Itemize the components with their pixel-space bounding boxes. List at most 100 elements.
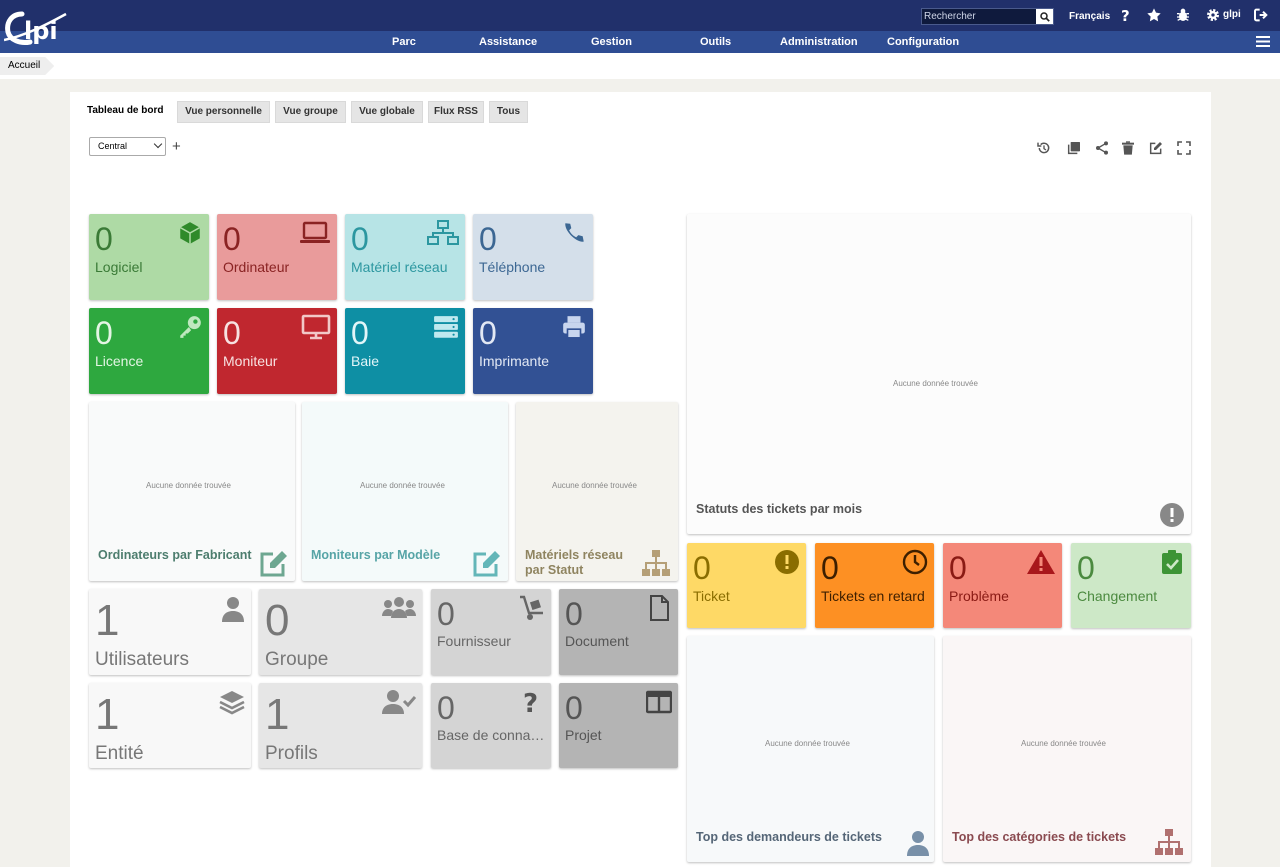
card-value: 0 xyxy=(223,221,241,257)
card-problem[interactable]: 0 Problème xyxy=(943,543,1062,628)
card-profiles[interactable]: 1 Profils xyxy=(259,683,422,768)
columns-icon xyxy=(646,690,672,714)
card-document[interactable]: 0 Document xyxy=(559,589,678,675)
edit-icon[interactable] xyxy=(1148,140,1164,156)
sitemap-icon xyxy=(642,550,670,576)
card-supplier[interactable]: 0 Fournisseur xyxy=(431,589,551,675)
history-icon[interactable] xyxy=(1036,140,1052,156)
language-selector[interactable]: Français xyxy=(1069,11,1110,22)
card-monitor[interactable]: 0 Moniteur xyxy=(217,308,337,394)
card-value: 0 xyxy=(693,550,711,586)
question-icon: ? xyxy=(523,689,538,715)
menu-parc[interactable]: Parc xyxy=(392,36,416,48)
glpi-logo[interactable]: lpi xyxy=(4,6,74,50)
card-value: 0 xyxy=(95,315,113,351)
card-group[interactable]: 0 Groupe xyxy=(259,589,422,675)
add-dashboard-button[interactable]: + xyxy=(172,138,181,155)
user-icon xyxy=(907,831,929,856)
card-change[interactable]: 0 Changement xyxy=(1071,543,1191,628)
menu-configuration[interactable]: Configuration xyxy=(887,36,959,48)
star-icon[interactable] xyxy=(1145,6,1163,24)
card-ticket[interactable]: 0 Ticket xyxy=(687,543,806,628)
no-data-text: Aucune donnée trouvée xyxy=(146,481,231,490)
help-icon[interactable]: ? xyxy=(1117,6,1135,24)
card-computer[interactable]: 0 Ordinateur xyxy=(217,214,337,300)
card-label: Tickets en retard xyxy=(821,588,925,604)
card-network-device[interactable]: 0 Matériel réseau xyxy=(345,214,465,300)
search-input[interactable] xyxy=(922,9,1036,24)
sitemap-icon xyxy=(1155,829,1183,855)
panel-computers-by-manufacturer[interactable]: Aucune donnée trouvée Ordinateurs par Fa… xyxy=(89,402,295,581)
panel-title: Statuts des tickets par mois xyxy=(696,502,863,516)
tab-all[interactable]: Tous xyxy=(489,101,528,123)
card-rack[interactable]: 0 Baie xyxy=(345,308,465,394)
panel-ticket-status-by-month[interactable]: Aucune donnée trouvée Statuts des ticket… xyxy=(687,214,1191,534)
card-software[interactable]: 0 Logiciel xyxy=(89,214,209,300)
search-icon xyxy=(1039,11,1050,22)
tab-personal-view[interactable]: Vue personnelle xyxy=(177,101,270,123)
card-label: Matériel réseau xyxy=(351,259,448,275)
key-icon xyxy=(180,316,201,338)
cube-icon xyxy=(179,222,201,244)
card-label: Document xyxy=(565,633,629,649)
layers-icon xyxy=(219,691,245,715)
card-value: 0 xyxy=(437,690,455,726)
clock-icon xyxy=(902,549,928,575)
panel-top-ticket-requesters[interactable]: Aucune donnée trouvée Top des demandeurs… xyxy=(687,636,934,862)
svg-text:?: ? xyxy=(1121,7,1130,23)
no-data-text: Aucune donnée trouvée xyxy=(893,379,978,388)
tab-group-view[interactable]: Vue groupe xyxy=(275,101,346,123)
menu-outils[interactable]: Outils xyxy=(700,36,731,48)
svg-text:lpi: lpi xyxy=(24,17,58,45)
card-value: 1 xyxy=(95,690,120,739)
menu-assistance[interactable]: Assistance xyxy=(479,36,537,48)
breadcrumb-bar xyxy=(0,53,1280,79)
menu-gestion[interactable]: Gestion xyxy=(591,36,632,48)
users-group-icon xyxy=(382,597,416,618)
card-entity[interactable]: 1 Entité xyxy=(89,683,251,768)
exclamation-circle-icon xyxy=(1160,503,1184,527)
breadcrumb-home[interactable]: Accueil xyxy=(0,57,54,75)
panel-top-ticket-categories[interactable]: Aucune donnée trouvée Top des catégories… xyxy=(943,636,1191,862)
logout-icon[interactable] xyxy=(1252,6,1270,24)
printer-icon xyxy=(563,316,585,339)
panel-monitors-by-model[interactable]: Aucune donnée trouvée Moniteurs par Modè… xyxy=(302,402,508,581)
card-label: Changement xyxy=(1077,588,1158,604)
panel-network-devices-by-status[interactable]: Aucune donnée trouvée Matériels réseau p… xyxy=(516,402,678,581)
clone-icon[interactable] xyxy=(1066,140,1082,156)
tab-global-view[interactable]: Vue globale xyxy=(351,101,423,123)
card-phone[interactable]: 0 Téléphone xyxy=(473,214,593,300)
trash-icon[interactable] xyxy=(1120,140,1136,156)
card-late-tickets[interactable]: 0 Tickets en retard xyxy=(815,543,934,628)
card-label: Utilisateurs xyxy=(95,649,189,670)
bug-icon[interactable] xyxy=(1174,6,1192,24)
panel-title: Moniteurs par Modèle xyxy=(311,548,441,562)
share-icon[interactable] xyxy=(1094,140,1110,156)
card-license[interactable]: 0 Licence xyxy=(89,308,209,394)
card-printer[interactable]: 0 Imprimante xyxy=(473,308,593,394)
user-name[interactable]: glpi xyxy=(1223,9,1241,20)
dashboard-select[interactable]: Central xyxy=(89,137,166,156)
edit-icon xyxy=(260,551,287,577)
card-knowledge-base[interactable]: 0 Base de conna… ? xyxy=(431,683,551,768)
no-data-text: Aucune donnée trouvée xyxy=(1021,739,1106,748)
card-value: 0 xyxy=(351,221,369,257)
tab-dashboard[interactable]: Tableau de bord xyxy=(87,105,164,116)
card-value: 0 xyxy=(351,315,369,351)
card-label: Groupe xyxy=(265,649,329,670)
card-value: 0 xyxy=(821,550,839,586)
settings-gear-icon[interactable] xyxy=(1204,6,1222,24)
warning-triangle-icon xyxy=(1027,550,1055,574)
fullscreen-icon[interactable] xyxy=(1176,140,1192,156)
card-value: 0 xyxy=(565,690,583,726)
menu-administration[interactable]: Administration xyxy=(780,36,858,48)
panel-title: Top des demandeurs de tickets xyxy=(696,830,882,844)
hamburger-menu-icon[interactable] xyxy=(1256,35,1270,48)
card-project[interactable]: 0 Projet xyxy=(559,683,678,768)
card-users[interactable]: 1 Utilisateurs xyxy=(89,589,251,675)
card-value: 0 xyxy=(565,596,583,632)
search-button[interactable] xyxy=(1036,9,1053,24)
search-box xyxy=(921,8,1054,25)
tab-rss-feed[interactable]: Flux RSS xyxy=(428,101,484,123)
exclamation-circle-icon xyxy=(775,550,799,574)
